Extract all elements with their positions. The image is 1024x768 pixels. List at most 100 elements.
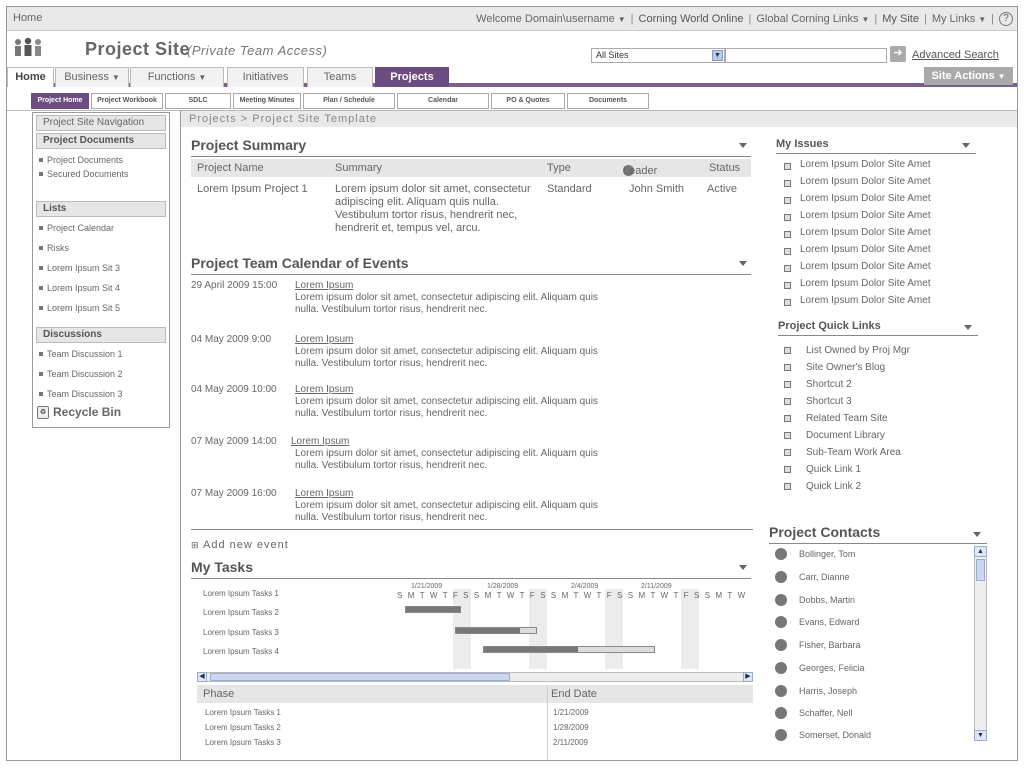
add-new-event-link[interactable]: ⊞ Add new event [191, 539, 289, 551]
contact-item[interactable]: Somerset, Donald [773, 728, 871, 742]
issue-item[interactable]: Lorem Ipsum Dolor Site Amet [784, 176, 931, 187]
welcome-menu[interactable]: Welcome Domain\username ▼ [476, 13, 626, 25]
project-name[interactable]: Lorem Ipsum Project 1 [197, 183, 308, 195]
quick-link[interactable]: List Owned by Proj Mgr [784, 345, 910, 356]
col-summary[interactable]: Summary [335, 162, 382, 174]
subtab-plan-schedule[interactable]: Plan / Schedule [303, 93, 395, 109]
search-scope-select[interactable]: All Sites ▼ [591, 48, 725, 63]
gantt-bar[interactable] [455, 627, 537, 634]
web-part-menu-icon[interactable] [739, 143, 747, 148]
subtab-meeting-minutes[interactable]: Meeting Minutes [233, 93, 301, 109]
nav-item-project-calendar[interactable]: Project Calendar [39, 221, 163, 241]
contact-item[interactable]: Fisher, Barbara [773, 638, 861, 652]
subtab-documents[interactable]: Documents [567, 93, 649, 109]
corning-world-link[interactable]: Corning World Online [639, 13, 744, 25]
subtab-calendar[interactable]: Calendar [397, 93, 489, 109]
contact-item[interactable]: Dobbs, Martin [773, 593, 855, 607]
web-part-menu-icon[interactable] [739, 565, 747, 570]
my-links-menu[interactable]: My Links ▼ [932, 13, 986, 25]
search-go-icon[interactable]: ➜ [890, 46, 906, 62]
scroll-left-icon[interactable]: ◀ [197, 672, 207, 682]
nav-item-team-discussion-2[interactable]: Team Discussion 2 [39, 367, 163, 387]
contact-item[interactable]: Bollinger, Tom [773, 547, 855, 561]
event-title-link[interactable]: Lorem Ipsum [291, 436, 349, 447]
quick-link[interactable]: Sub-Team Work Area [784, 447, 901, 458]
contact-item[interactable]: Evans, Edward [773, 615, 860, 629]
col-type[interactable]: Type [547, 162, 571, 174]
event-title-link[interactable]: Lorem Ipsum [295, 334, 353, 345]
issue-item[interactable]: Lorem Ipsum Dolor Site Amet [784, 244, 931, 255]
scrollbar-thumb[interactable] [210, 673, 510, 681]
nav-section-lists[interactable]: Lists [36, 201, 166, 217]
gantt-horizontal-scrollbar[interactable]: ◀ ▶ [197, 672, 753, 682]
contact-item[interactable]: Harris, Joseph [773, 684, 857, 698]
issue-item[interactable]: Lorem Ipsum Dolor Site Amet [784, 227, 931, 238]
global-links-menu[interactable]: Global Corning Links ▼ [756, 13, 869, 25]
nav-item-lorem-5[interactable]: Lorem Ipsum Sit 5 [39, 301, 163, 321]
nav-item-team-discussion-1[interactable]: Team Discussion 1 [39, 347, 163, 367]
event-title-link[interactable]: Lorem Ipsum [295, 384, 353, 395]
quick-link[interactable]: Document Library [784, 430, 885, 441]
issue-item[interactable]: Lorem Ipsum Dolor Site Amet [784, 193, 931, 204]
gantt-bar[interactable] [483, 646, 655, 653]
web-part-menu-icon[interactable] [962, 143, 970, 148]
web-part-menu-icon[interactable] [739, 261, 747, 266]
contacts-vertical-scrollbar[interactable]: ▲ ▼ [974, 546, 987, 741]
advanced-search-link[interactable]: Advanced Search [912, 49, 999, 61]
scrollbar-thumb[interactable] [976, 559, 985, 581]
gantt-bar[interactable] [405, 606, 461, 613]
my-site-link[interactable]: My Site [882, 13, 919, 25]
col-project-name[interactable]: Project Name [197, 162, 264, 174]
tab-home[interactable]: Home [7, 67, 54, 87]
home-link[interactable]: Home [13, 12, 42, 24]
issue-item[interactable]: Lorem Ipsum Dolor Site Amet [784, 210, 931, 221]
contact-item[interactable]: Carr, Dianne [773, 570, 850, 584]
site-header: Project Site (Private Team Access) All S… [7, 31, 1017, 69]
tab-business[interactable]: Business ▼ [55, 67, 129, 87]
nav-item-lorem-3[interactable]: Lorem Ipsum Sit 3 [39, 261, 163, 281]
site-actions-button[interactable]: Site Actions ▼ [924, 67, 1013, 85]
scroll-right-icon[interactable]: ▶ [743, 672, 753, 682]
web-part-menu-icon[interactable] [964, 325, 972, 330]
quick-link[interactable]: Shortcut 2 [784, 379, 852, 390]
help-icon[interactable]: ? [999, 12, 1013, 26]
col-end-date[interactable]: End Date [551, 688, 597, 700]
col-phase[interactable]: Phase [203, 688, 234, 700]
nav-item-secured-documents[interactable]: Secured Documents [39, 167, 163, 181]
issue-item[interactable]: Lorem Ipsum Dolor Site Amet [784, 278, 931, 289]
subtab-project-workbook[interactable]: Project Workbook [91, 93, 163, 109]
issue-item[interactable]: Lorem Ipsum Dolor Site Amet [784, 295, 931, 306]
nav-item-lorem-4[interactable]: Lorem Ipsum Sit 4 [39, 281, 163, 301]
contact-item[interactable]: Georges, Felicia [773, 661, 865, 675]
nav-item-team-discussion-3[interactable]: Team Discussion 3 [39, 387, 163, 403]
tab-functions[interactable]: Functions ▼ [130, 67, 224, 87]
issue-item[interactable]: Lorem Ipsum Dolor Site Amet [784, 159, 931, 170]
issue-item[interactable]: Lorem Ipsum Dolor Site Amet [784, 261, 931, 272]
avatar [775, 616, 787, 628]
nav-item-project-documents[interactable]: Project Documents [39, 153, 163, 167]
quick-link[interactable]: Shortcut 3 [784, 396, 852, 407]
subtab-sdlc[interactable]: SDLC [165, 93, 231, 109]
recycle-bin-link[interactable]: ♻ Recycle Bin [33, 405, 169, 419]
tab-teams[interactable]: Teams [307, 67, 373, 87]
tab-initiatives[interactable]: Initiatives [227, 67, 304, 87]
contact-item[interactable]: Schaffer, Nell [773, 706, 852, 720]
subtab-project-home[interactable]: Project Home [31, 93, 89, 109]
scroll-up-icon[interactable]: ▲ [974, 546, 987, 557]
nav-section-discussions[interactable]: Discussions [36, 327, 166, 343]
subtab-po-quotes[interactable]: PO & Quotes [491, 93, 565, 109]
col-status[interactable]: Status [709, 162, 740, 174]
tab-projects[interactable]: Projects [375, 67, 449, 87]
web-part-menu-icon[interactable] [973, 532, 981, 537]
event-title-link[interactable]: Lorem Ipsum [295, 488, 353, 499]
event-title-link[interactable]: Lorem Ipsum [295, 280, 353, 291]
quick-link[interactable]: Site Owner's Blog [784, 362, 885, 373]
quick-link[interactable]: Related Team Site [784, 413, 888, 424]
scroll-down-icon[interactable]: ▼ [974, 730, 987, 741]
quick-link[interactable]: Quick Link 1 [784, 464, 861, 475]
quick-link[interactable]: Quick Link 2 [784, 481, 861, 492]
nav-section-project-documents[interactable]: Project Documents [36, 133, 166, 149]
search-input[interactable] [725, 48, 887, 63]
nav-item-risks[interactable]: Risks [39, 241, 163, 261]
column-separator [547, 685, 548, 760]
